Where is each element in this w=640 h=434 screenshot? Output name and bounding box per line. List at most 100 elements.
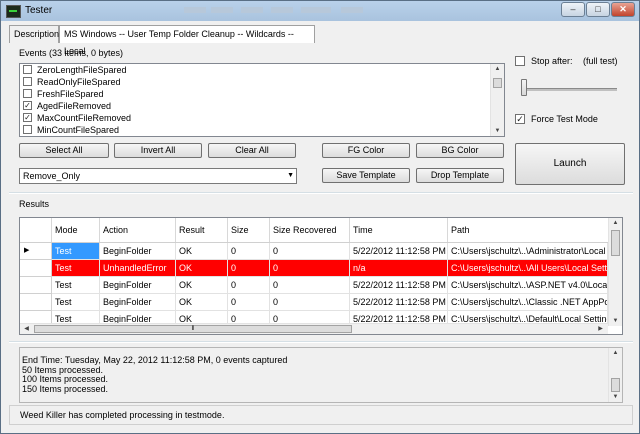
results-grid[interactable]: Mode Action Result Size Size Recovered T… [19, 217, 623, 335]
cell-result[interactable]: OK [176, 294, 228, 311]
log-box[interactable]: End Time: Tuesday, May 22, 2012 11:12:58… [19, 347, 623, 403]
event-checkbox[interactable] [23, 77, 32, 86]
stop-after-slider-thumb[interactable] [521, 79, 527, 96]
event-item[interactable]: FreshFileSpared [20, 88, 504, 100]
clear-all-button[interactable]: Clear All [208, 143, 296, 158]
row-header[interactable] [20, 260, 52, 277]
column-header-path[interactable]: Path [448, 218, 608, 242]
invert-all-button[interactable]: Invert All [114, 143, 202, 158]
bg-color-button[interactable]: BG Color [416, 143, 504, 158]
cell-result[interactable]: OK [176, 260, 228, 277]
event-label: FreshFileSpared [37, 89, 104, 99]
scroll-down-icon[interactable]: ▼ [611, 393, 620, 401]
fg-color-button[interactable]: FG Color [322, 143, 410, 158]
cell-action[interactable]: BeginFolder [100, 243, 176, 260]
cell-mode[interactable]: Test [52, 294, 100, 311]
title-bar[interactable]: Tester – □ ✕ [1, 1, 639, 21]
events-scrollbar[interactable]: ▲ ▼ [490, 64, 504, 136]
force-test-mode-label: Force Test Mode [531, 114, 598, 124]
event-item[interactable]: ✓ MaxCountFileRemoved [20, 112, 504, 124]
cell-path[interactable]: C:\Users\jschultz\..\Administrator\Local… [448, 243, 608, 260]
table-row[interactable]: ▶ Test BeginFolder OK 0 0 5/22/2012 11:12:58 P… [20, 243, 608, 260]
launch-button[interactable]: Launch [515, 143, 625, 185]
event-checkbox[interactable]: ✓ [23, 113, 32, 122]
cell-recovered[interactable]: 0 [270, 294, 350, 311]
cell-path[interactable]: C:\Users\jschultz\..\Classic .NET AppPoo… [448, 294, 608, 311]
cell-path[interactable]: C:\Users\jschultz\..\ASP.NET v4.0\Local [448, 277, 608, 294]
column-header-result[interactable]: Result [176, 218, 228, 242]
event-checkbox[interactable] [23, 89, 32, 98]
event-item[interactable]: ZeroLengthFileSpared [20, 64, 504, 76]
column-header-action[interactable]: Action [100, 218, 176, 242]
scroll-thumb[interactable] [493, 78, 502, 88]
cell-recovered[interactable]: 0 [270, 277, 350, 294]
cell-time[interactable]: n/a [350, 260, 448, 277]
column-header-size[interactable]: Size [228, 218, 270, 242]
column-header-size-recovered[interactable]: Size Recovered [270, 218, 350, 242]
cell-result[interactable]: OK [176, 243, 228, 260]
save-template-button[interactable]: Save Template [322, 168, 410, 183]
tab-description[interactable]: Description [9, 25, 59, 43]
stop-after-checkbox[interactable] [515, 56, 525, 66]
force-test-mode-checkbox[interactable]: ✓ [515, 114, 525, 124]
cell-size[interactable]: 0 [228, 260, 270, 277]
scroll-down-icon[interactable]: ▼ [611, 317, 620, 325]
table-row[interactable]: Test UnhandledError OK 0 0 n/a C:\Users\jschul… [20, 260, 608, 277]
chevron-down-icon[interactable]: ▼ [287, 169, 294, 183]
scroll-left-icon[interactable]: ◀ [22, 325, 31, 333]
scroll-thumb[interactable] [611, 378, 620, 392]
event-item[interactable]: ReadOnlyFileSpared [20, 76, 504, 88]
row-header[interactable] [20, 277, 52, 294]
cell-time[interactable]: 5/22/2012 11:12:58 PM [350, 294, 448, 311]
results-vscrollbar[interactable]: ▲ ▼ [608, 218, 622, 326]
scroll-right-icon[interactable]: ▶ [596, 325, 605, 333]
column-header-mode[interactable]: Mode [52, 218, 100, 242]
cell-result[interactable]: OK [176, 277, 228, 294]
cell-path[interactable]: C:\Users\jschultz\..\All Users\Local Set… [448, 260, 608, 277]
event-checkbox[interactable] [23, 125, 32, 134]
drop-template-button[interactable]: Drop Template [416, 168, 504, 183]
row-indicator-icon: ▶ [24, 247, 30, 254]
cell-size[interactable]: 0 [228, 294, 270, 311]
cell-action[interactable]: BeginFolder [100, 294, 176, 311]
row-header[interactable]: ▶ [20, 243, 52, 260]
table-row[interactable]: Test BeginFolder OK 0 0 5/22/2012 11:12:58 PM… [20, 277, 608, 294]
cell-time[interactable]: 5/22/2012 11:12:58 PM [350, 277, 448, 294]
table-row[interactable]: Test BeginFolder OK 0 0 5/22/2012 11:12:58 PM… [20, 294, 608, 311]
cell-action[interactable]: UnhandledError [100, 260, 176, 277]
results-header: Mode Action Result Size Size Recovered T… [20, 218, 622, 243]
select-all-button[interactable]: Select All [19, 143, 109, 158]
scroll-up-icon[interactable]: ▲ [611, 219, 620, 227]
scroll-down-icon[interactable]: ▼ [493, 127, 502, 135]
tab-strip: Description MS Windows -- User Temp Fold… [9, 25, 633, 56]
results-hscrollbar[interactable]: ◀ ⦀ ▶ [20, 323, 608, 334]
event-item[interactable]: MinCountFileSpared [20, 124, 504, 136]
scroll-up-icon[interactable]: ▲ [493, 65, 502, 73]
cell-recovered[interactable]: 0 [270, 260, 350, 277]
log-scrollbar[interactable]: ▲ ▼ [608, 348, 622, 402]
column-header-time[interactable]: Time [350, 218, 448, 242]
hscroll-thumb[interactable]: ⦀ [34, 325, 352, 333]
scroll-up-icon[interactable]: ▲ [611, 349, 620, 357]
events-listbox[interactable]: ZeroLengthFileSpared ReadOnlyFileSpared Fr… [19, 63, 505, 137]
tab-template[interactable]: MS Windows -- User Temp Folder Cleanup -… [59, 25, 315, 56]
minimize-button[interactable]: – [561, 2, 585, 17]
cell-action[interactable]: BeginFolder [100, 277, 176, 294]
cell-mode[interactable]: Test [52, 260, 100, 277]
cell-mode[interactable]: Test [52, 277, 100, 294]
cell-recovered[interactable]: 0 [270, 243, 350, 260]
cell-mode[interactable]: Test [52, 243, 100, 260]
cell-size[interactable]: 0 [228, 243, 270, 260]
cell-time[interactable]: 5/22/2012 11:12:58 PM [350, 243, 448, 260]
events-items: ZeroLengthFileSpared ReadOnlyFileSpared Fr… [20, 64, 504, 136]
maximize-button[interactable]: □ [586, 2, 610, 17]
event-item[interactable]: ✓ AgedFileRemoved [20, 100, 504, 112]
row-header[interactable] [20, 294, 52, 311]
close-button[interactable]: ✕ [611, 2, 635, 17]
event-checkbox[interactable]: ✓ [23, 101, 32, 110]
cell-size[interactable]: 0 [228, 277, 270, 294]
stop-after-slider-track[interactable] [523, 88, 617, 91]
mode-combobox[interactable]: Remove_Only ▼ [19, 168, 297, 184]
scroll-thumb[interactable] [611, 230, 620, 256]
event-checkbox[interactable] [23, 65, 32, 74]
